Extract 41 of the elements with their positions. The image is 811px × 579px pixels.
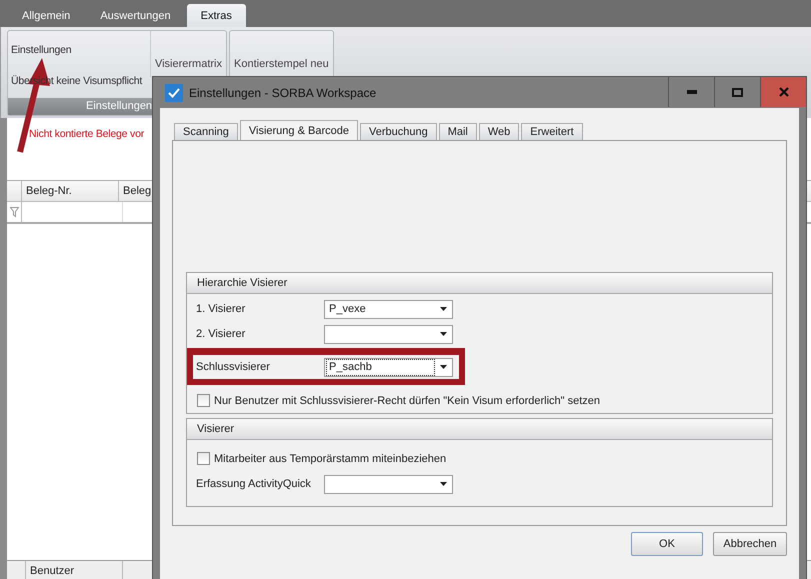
ribbon-command[interactable]: Einstellungen: [11, 44, 150, 56]
close-button[interactable]: [760, 77, 806, 107]
tab[interactable]: Mail: [438, 123, 477, 140]
window-title: Einstellungen - SORBA Workspace: [189, 86, 378, 100]
checkmark-icon: [165, 84, 183, 102]
tab[interactable]: Scanning: [174, 123, 238, 140]
ribbon-tab[interactable]: Extras: [186, 4, 246, 27]
maximize-icon: [732, 88, 743, 96]
dropdown-arrow-icon: [440, 482, 447, 486]
tab[interactable]: Web: [478, 123, 520, 140]
tab[interactable]: Erweitert: [521, 123, 583, 140]
checkbox[interactable]: [197, 394, 210, 407]
ribbon-tab[interactable]: Allgemein: [8, 4, 84, 27]
ok-button[interactable]: OK: [631, 532, 703, 556]
dropdown-arrow-icon: [440, 365, 447, 369]
tab[interactable]: Visierung & Barcode: [240, 120, 358, 140]
tab[interactable]: Verbuchung: [360, 123, 437, 140]
dropdown-field[interactable]: [324, 324, 453, 344]
dropdown-arrow-icon: [440, 307, 447, 311]
close-icon: [778, 87, 788, 97]
field-label: 2. Visierer: [196, 328, 246, 340]
minimize-icon: [686, 90, 696, 94]
dropdown-field[interactable]: P_vexe: [324, 300, 453, 318]
checkbox-label: Nur Benutzer mit Schlussvisierer-Recht dürfen "Kein Visum erforderlich" setzen: [214, 394, 600, 406]
ribbon-command[interactable]: Kontierstempel neu: [230, 31, 333, 77]
column-header[interactable]: Benutzer: [26, 561, 123, 579]
dropdown-arrow-icon: [440, 332, 447, 336]
dropdown-field[interactable]: [324, 474, 453, 494]
warning-text: Nicht kontierte Belege vor: [29, 128, 144, 140]
cancel-button[interactable]: Abbrechen: [713, 532, 787, 556]
dropdown-field[interactable]: P_sachb: [324, 358, 453, 376]
ribbon-tab[interactable]: Auswertungen: [86, 4, 185, 27]
field-label: Schlussvisierer: [196, 361, 271, 373]
group-title: Hierarchie Visierer: [197, 277, 288, 289]
checkbox[interactable]: [197, 452, 210, 465]
checkbox-label: Mitarbeiter aus Temporärstamm miteinbeziehen: [214, 452, 446, 464]
filter-icon[interactable]: [10, 206, 18, 218]
field-label: Erfassung ActivityQuick: [196, 478, 312, 490]
field-label: 1. Visierer: [196, 303, 246, 315]
column-header[interactable]: Beleg-Nr.: [22, 181, 119, 201]
group-title: Visierer: [197, 423, 234, 435]
